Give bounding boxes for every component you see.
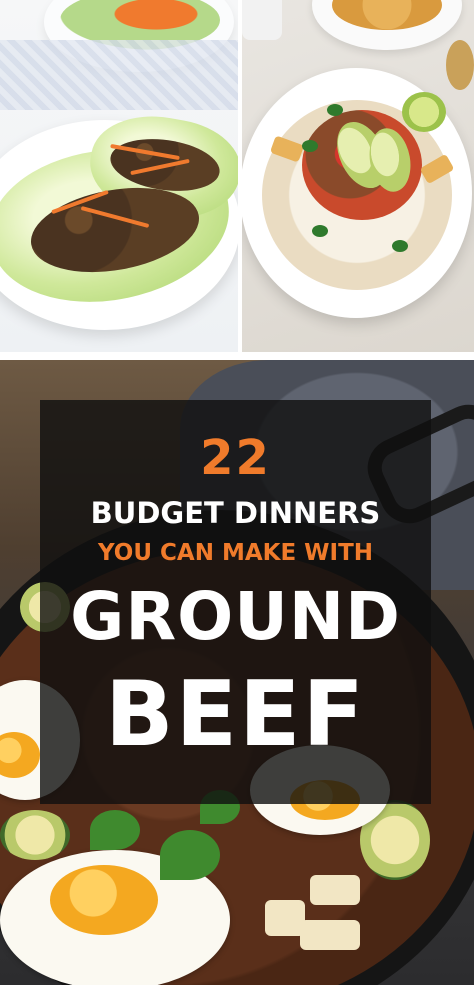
potato-cube [310, 875, 360, 905]
cilantro-leaf [302, 140, 318, 152]
recipe-count: 22 [200, 430, 271, 486]
cilantro-leaf [392, 240, 408, 252]
cup [242, 0, 282, 40]
headline-line-4: BEEF [104, 662, 367, 767]
cilantro-leaf [312, 225, 328, 237]
headline-line-3: GROUND [70, 578, 401, 655]
lime-wedge [402, 92, 446, 132]
taco-bowl-photo [242, 0, 474, 352]
wooden-spoon [446, 40, 474, 90]
cilantro-leaf [327, 104, 343, 116]
zucchini-slice [0, 810, 70, 860]
lettuce-wraps-photo [0, 0, 238, 352]
napkin [0, 40, 238, 110]
top-photo-row [0, 0, 474, 352]
cilantro-sprig [90, 810, 140, 850]
headline-line-2: YOU CAN MAKE WITH [97, 540, 374, 566]
title-overlay: 22 BUDGET DINNERS YOU CAN MAKE WITH GROU… [40, 400, 431, 804]
photo-divider [0, 352, 474, 360]
potato-cube [300, 920, 360, 950]
headline-line-1: BUDGET DINNERS [90, 496, 381, 530]
egg-yolk [50, 865, 158, 935]
cilantro-sprig [160, 830, 220, 880]
potato-cube [265, 900, 305, 936]
